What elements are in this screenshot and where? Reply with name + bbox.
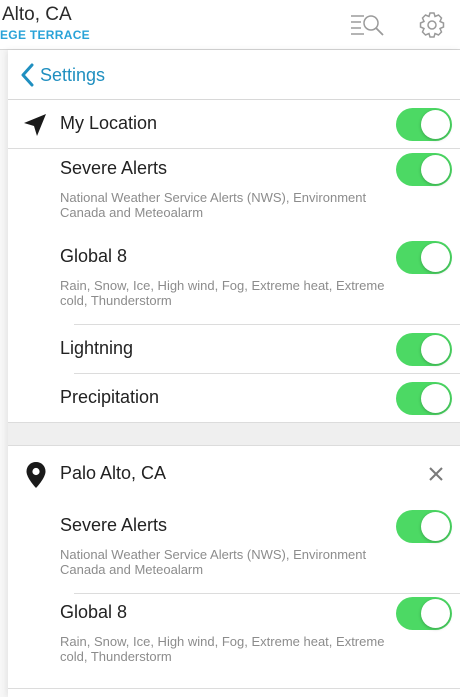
palo-alto-title: Palo Alto, CA [60, 463, 167, 483]
palo-alto-global8-desc: Rain, Snow, Ice, High wind, Fog, Extreme… [60, 634, 385, 664]
my-location-severe-alerts-desc: National Weather Service Alerts (NWS), E… [60, 190, 367, 220]
remove-location-close-icon[interactable] [427, 465, 445, 488]
background-content [0, 50, 8, 697]
alert-settings-panel: Settings My Location Severe Alerts Natio… [8, 50, 460, 697]
back-button[interactable]: Settings [20, 62, 105, 88]
toggle-knob [421, 512, 450, 541]
gear-icon[interactable] [414, 10, 450, 40]
palo-alto-global8-toggle[interactable] [396, 597, 452, 630]
location-title[interactable]: Alto, CA [2, 4, 72, 26]
my-location-severe-alerts-toggle[interactable] [396, 153, 452, 186]
toggle-knob [421, 599, 450, 628]
toggle-knob [421, 243, 450, 272]
divider [8, 688, 460, 689]
my-location-lightning-title: Lightning [60, 338, 134, 358]
map-pin-icon [25, 461, 47, 494]
my-location-lightning-toggle[interactable] [396, 333, 452, 366]
toggle-knob [421, 155, 450, 184]
toggle-knob [421, 335, 450, 364]
my-location-precipitation-toggle[interactable] [396, 382, 452, 415]
toggle-knob [421, 384, 450, 413]
palo-alto-severe-alerts-toggle[interactable] [396, 510, 452, 543]
search-list-icon[interactable] [350, 10, 386, 40]
back-label: Settings [40, 64, 106, 85]
my-location-severe-alerts-title: Severe Alerts [60, 158, 168, 178]
location-arrow-icon [22, 112, 48, 143]
divider [74, 324, 460, 325]
divider [74, 373, 460, 374]
my-location-global8-toggle[interactable] [396, 241, 452, 274]
palo-alto-severe-alerts-title: Severe Alerts [60, 515, 168, 535]
my-location-global8-desc: Rain, Snow, Ice, High wind, Fog, Extreme… [60, 278, 385, 308]
my-location-toggle[interactable] [396, 108, 452, 141]
panel-header: Settings [8, 50, 460, 100]
divider [74, 593, 460, 594]
divider [8, 148, 460, 149]
my-location-precipitation-title: Precipitation [60, 387, 160, 407]
my-location-global8-title: Global 8 [60, 246, 128, 266]
toggle-knob [421, 110, 450, 139]
location-subtitle: EGE TERRACE [0, 28, 90, 42]
palo-alto-global8-title: Global 8 [60, 602, 128, 622]
section-separator [8, 422, 460, 446]
palo-alto-severe-alerts-desc: National Weather Service Alerts (NWS), E… [60, 547, 367, 577]
chevron-left-icon [21, 63, 34, 87]
my-location-title: My Location [60, 113, 158, 133]
app-header: Alto, CA EGE TERRACE [0, 0, 460, 50]
